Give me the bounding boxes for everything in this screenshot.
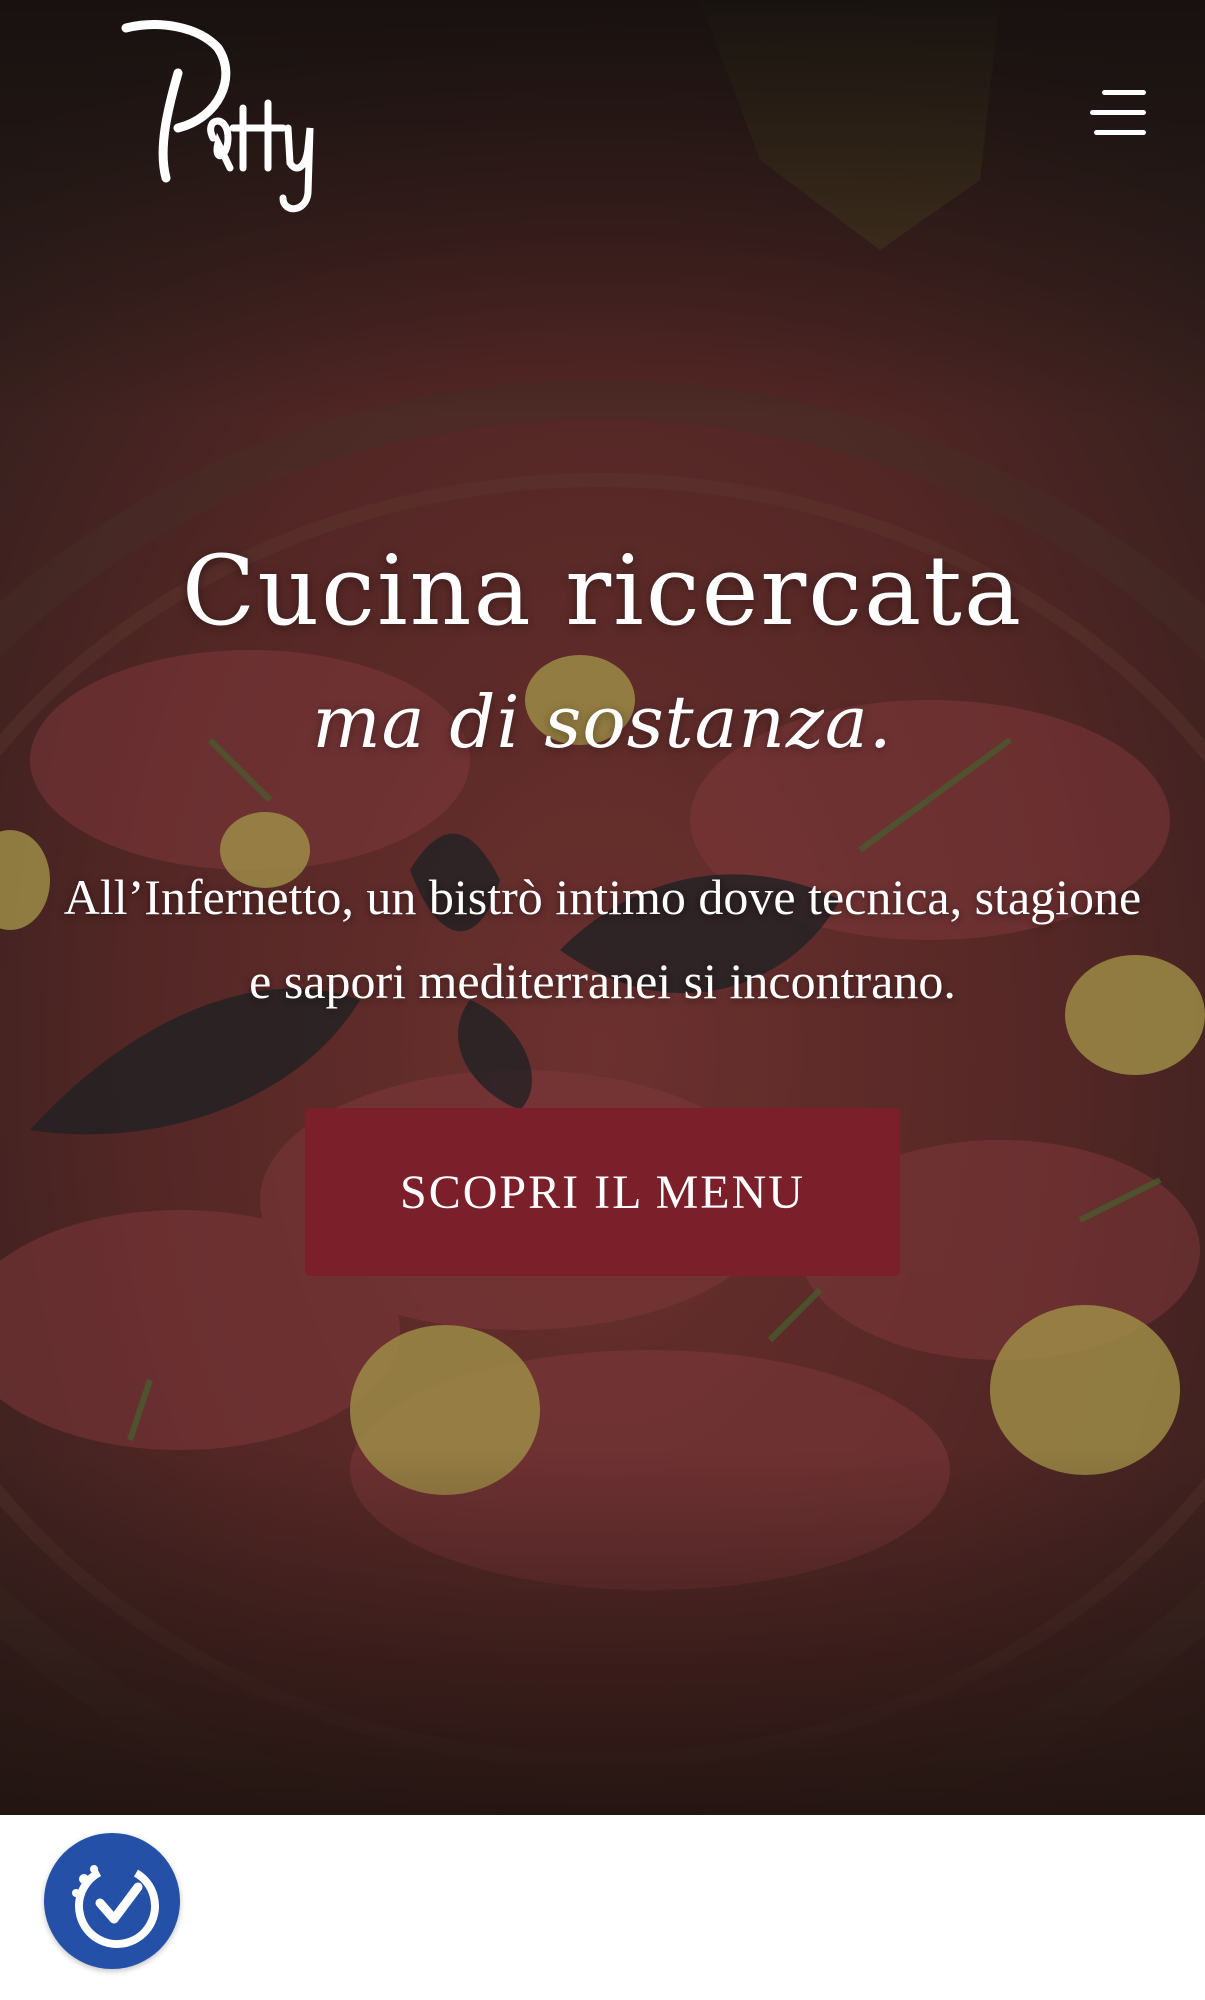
hero-headline: Cucina ricercata bbox=[181, 535, 1024, 647]
hero-section: Cucina ricercata ma di sostanza. All’Inf… bbox=[0, 0, 1205, 1815]
scopri-menu-button[interactable]: SCOPRI IL MENU bbox=[305, 1108, 900, 1276]
patty-logo[interactable] bbox=[118, 18, 328, 218]
accessibility-button[interactable] bbox=[44, 1833, 180, 1969]
hero-lead-text: All’Infernetto, un bistrò intimo dove te… bbox=[63, 869, 1142, 1009]
hero-script-line: ma di sostanza. bbox=[312, 680, 893, 764]
hamburger-menu-icon[interactable] bbox=[1082, 88, 1146, 138]
accessibility-check-icon bbox=[72, 1864, 159, 1948]
